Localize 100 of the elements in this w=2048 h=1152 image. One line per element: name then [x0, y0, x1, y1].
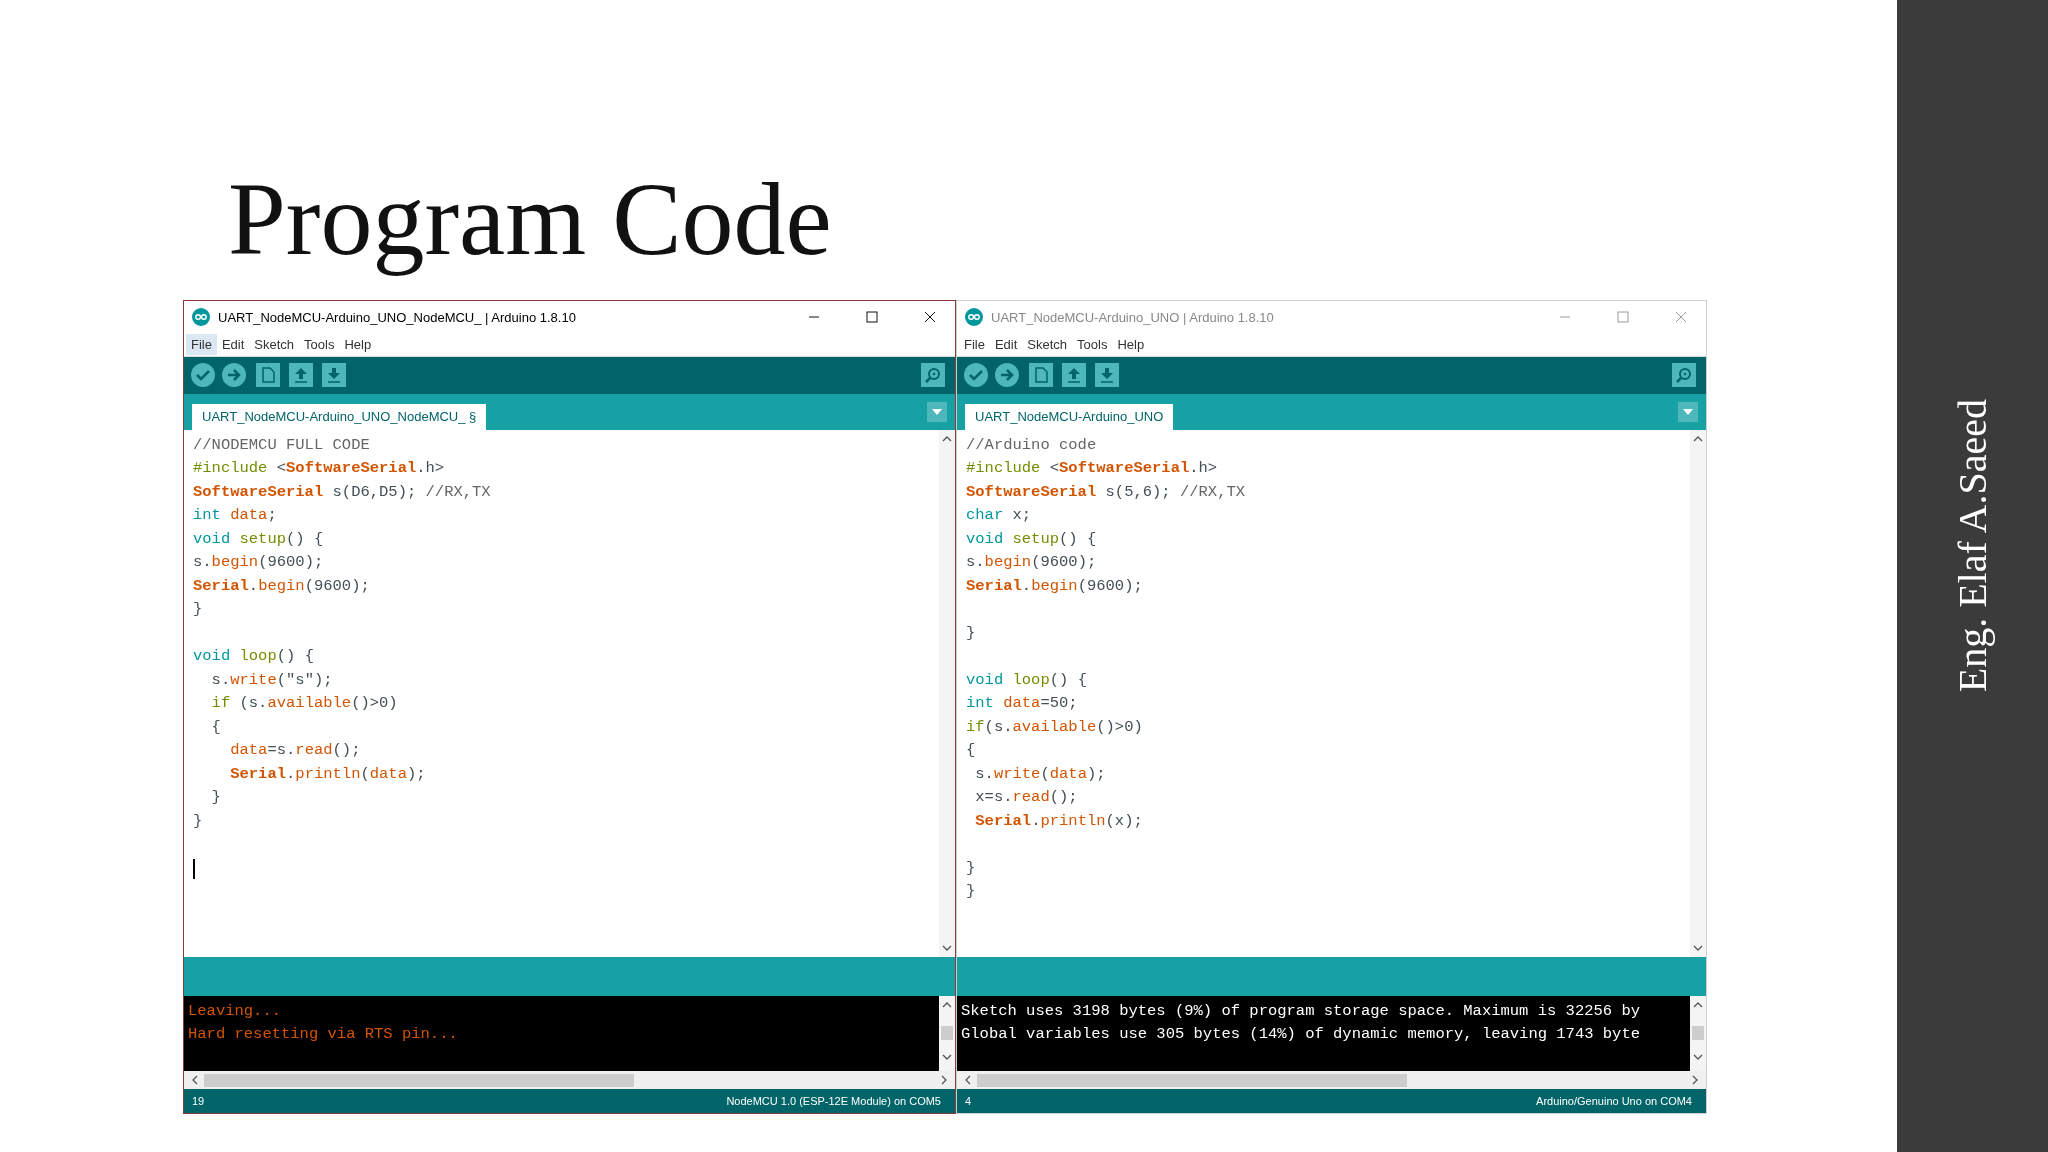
- code-line: Serial.begin(9600);: [193, 575, 371, 597]
- scrollbar-thumb[interactable]: [977, 1073, 1407, 1087]
- console-line: Global variables use 305 bytes (14%) of dynamic memory, leaving 1743 byte: [961, 1024, 1641, 1046]
- scrollbar-thumb[interactable]: [941, 1026, 953, 1041]
- save-button[interactable]: [322, 363, 346, 388]
- save-button[interactable]: [1095, 363, 1119, 388]
- board-info: Arduino/Genuino Uno on COM4: [1536, 1095, 1692, 1108]
- infinity-icon: [192, 308, 210, 326]
- menu-item[interactable]: Tools: [1072, 334, 1113, 355]
- close-icon: [1675, 311, 1687, 323]
- code-line: x=s.read();: [974, 787, 1079, 809]
- code-line: s.write("s");: [210, 669, 334, 691]
- scroll-down-icon[interactable]: [942, 945, 952, 952]
- caret-down-icon: [932, 408, 942, 415]
- scroll-down-icon[interactable]: [942, 1054, 952, 1061]
- menu-item[interactable]: File: [186, 334, 217, 355]
- code-line: if (s.available()>0): [210, 693, 399, 715]
- code-line: SoftwareSerial s(5,6); //RX,TX: [966, 481, 1247, 503]
- vertical-scrollbar[interactable]: [1690, 429, 1706, 958]
- close-icon: [924, 311, 936, 323]
- menu-item[interactable]: File: [959, 334, 990, 355]
- code-line: //NODEMCU FULL CODE: [193, 434, 371, 456]
- maximize-icon: [866, 311, 878, 323]
- text-cursor: [193, 858, 195, 879]
- console-line: Hard resetting via RTS pin...: [188, 1024, 459, 1046]
- scroll-up-icon[interactable]: [1693, 435, 1703, 442]
- code-line: {: [210, 716, 222, 738]
- code-line: s.begin(9600);: [966, 552, 1098, 574]
- scroll-down-icon[interactable]: [1693, 1054, 1703, 1061]
- code-line: }: [966, 857, 977, 879]
- menu-item[interactable]: Edit: [989, 334, 1023, 355]
- caret-down-icon: [1683, 408, 1693, 415]
- tab-menu-button[interactable]: [1678, 401, 1698, 422]
- horizontal-scrollbar[interactable]: [957, 1071, 1706, 1090]
- scrollbar-thumb[interactable]: [1692, 1026, 1704, 1041]
- editor-tab[interactable]: UART_NodeMCU-Arduino_UNO_NodeMCU_ §: [192, 403, 487, 430]
- menu-item[interactable]: Sketch: [1022, 334, 1073, 355]
- code-line: Serial.begin(9600);: [966, 575, 1144, 597]
- serial-monitor-button[interactable]: [921, 363, 945, 388]
- author-name: Eng. Elaf A.Saeed: [1949, 399, 1996, 693]
- line-number: 19: [192, 1095, 205, 1108]
- scrollbar-thumb[interactable]: [204, 1073, 634, 1087]
- maximize-icon: [1617, 311, 1629, 323]
- menu-item[interactable]: Sketch: [249, 334, 300, 355]
- code-line: Serial.println(x);: [974, 810, 1144, 832]
- code-line: if(s.available()>0): [966, 716, 1144, 738]
- menu-item[interactable]: Tools: [299, 334, 340, 355]
- scroll-up-icon[interactable]: [942, 435, 952, 442]
- horizontal-scrollbar[interactable]: [184, 1071, 955, 1090]
- editor-tab[interactable]: UART_NodeMCU-Arduino_UNO: [965, 403, 1174, 430]
- scroll-right-icon[interactable]: [1692, 1075, 1698, 1086]
- open-button[interactable]: [1062, 363, 1086, 388]
- infinity-icon: [965, 308, 983, 326]
- menu-item[interactable]: Help: [1112, 334, 1150, 355]
- scroll-right-icon[interactable]: [941, 1075, 947, 1086]
- scroll-up-icon[interactable]: [942, 1002, 952, 1009]
- code-line: void loop() {: [966, 669, 1088, 691]
- line-number: 4: [965, 1095, 972, 1108]
- code-line: //Arduino code: [966, 434, 1098, 456]
- new-button[interactable]: [1029, 363, 1053, 388]
- menu-item[interactable]: Help: [339, 334, 377, 355]
- code-line: int data=50;: [966, 693, 1079, 715]
- verify-button[interactable]: [190, 362, 216, 389]
- code-line: {: [966, 740, 977, 762]
- upload-button[interactable]: [221, 362, 247, 389]
- board-info: NodeMCU 1.0 (ESP-12E Module) on COM5: [726, 1095, 941, 1108]
- menu-item[interactable]: Edit: [216, 334, 250, 355]
- code-line: }: [966, 881, 977, 903]
- code-line: #include <SoftwareSerial.h>: [193, 458, 446, 480]
- code-line: Serial.println(data);: [229, 763, 427, 785]
- tab-menu-button[interactable]: [927, 401, 947, 422]
- scroll-left-icon[interactable]: [192, 1075, 198, 1086]
- code-line: #include <SoftwareSerial.h>: [966, 458, 1219, 480]
- window-title: UART_NodeMCU-Arduino_UNO | Arduino 1.8.10: [991, 309, 1274, 325]
- vertical-scrollbar[interactable]: [939, 996, 955, 1072]
- code-line: SoftwareSerial s(D6,D5); //RX,TX: [193, 481, 492, 503]
- code-line: }: [193, 599, 204, 621]
- console-line: Sketch uses 3198 bytes (9%) of program storage space. Maximum is 32256 by: [961, 1001, 1641, 1023]
- code-line: s.begin(9600);: [193, 552, 325, 574]
- open-button[interactable]: [289, 363, 313, 388]
- scroll-left-icon[interactable]: [965, 1075, 971, 1086]
- scroll-up-icon[interactable]: [1693, 1002, 1703, 1009]
- serial-monitor-button[interactable]: [1672, 363, 1696, 388]
- code-line: }: [966, 622, 977, 644]
- slide-title: Program Code: [228, 161, 832, 276]
- scroll-down-icon[interactable]: [1693, 945, 1703, 952]
- verify-button[interactable]: [963, 362, 989, 389]
- upload-button[interactable]: [994, 362, 1020, 389]
- vertical-scrollbar[interactable]: [939, 429, 955, 958]
- code-line: void setup() {: [193, 528, 325, 550]
- code-line: char x;: [966, 505, 1033, 527]
- code-line: void loop() {: [193, 646, 315, 668]
- window-title: UART_NodeMCU-Arduino_UNO_NodeMCU_ | Arduino 1.8.10: [218, 309, 576, 325]
- vertical-scrollbar[interactable]: [1690, 996, 1706, 1072]
- code-line: s.write(data);: [974, 763, 1107, 785]
- code-line: data=s.read();: [229, 740, 362, 762]
- console-line: Leaving...: [188, 1001, 282, 1023]
- code-line: int data;: [193, 505, 278, 527]
- code-line: }: [210, 787, 222, 809]
- new-button[interactable]: [256, 363, 280, 388]
